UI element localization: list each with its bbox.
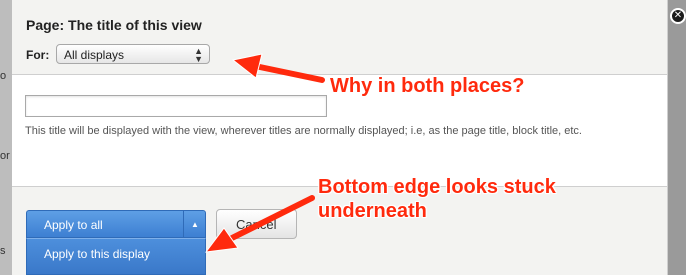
annotation-note-2: Bottom edge looks stuck underneath bbox=[318, 176, 556, 222]
annotation-note-1: Why in both places? bbox=[330, 75, 525, 97]
annotation-arrows bbox=[204, 53, 325, 253]
annotation-arrowhead-1 bbox=[231, 53, 263, 79]
annotation-arrow-1 bbox=[252, 63, 325, 83]
annotation-arrow-2 bbox=[229, 195, 315, 241]
